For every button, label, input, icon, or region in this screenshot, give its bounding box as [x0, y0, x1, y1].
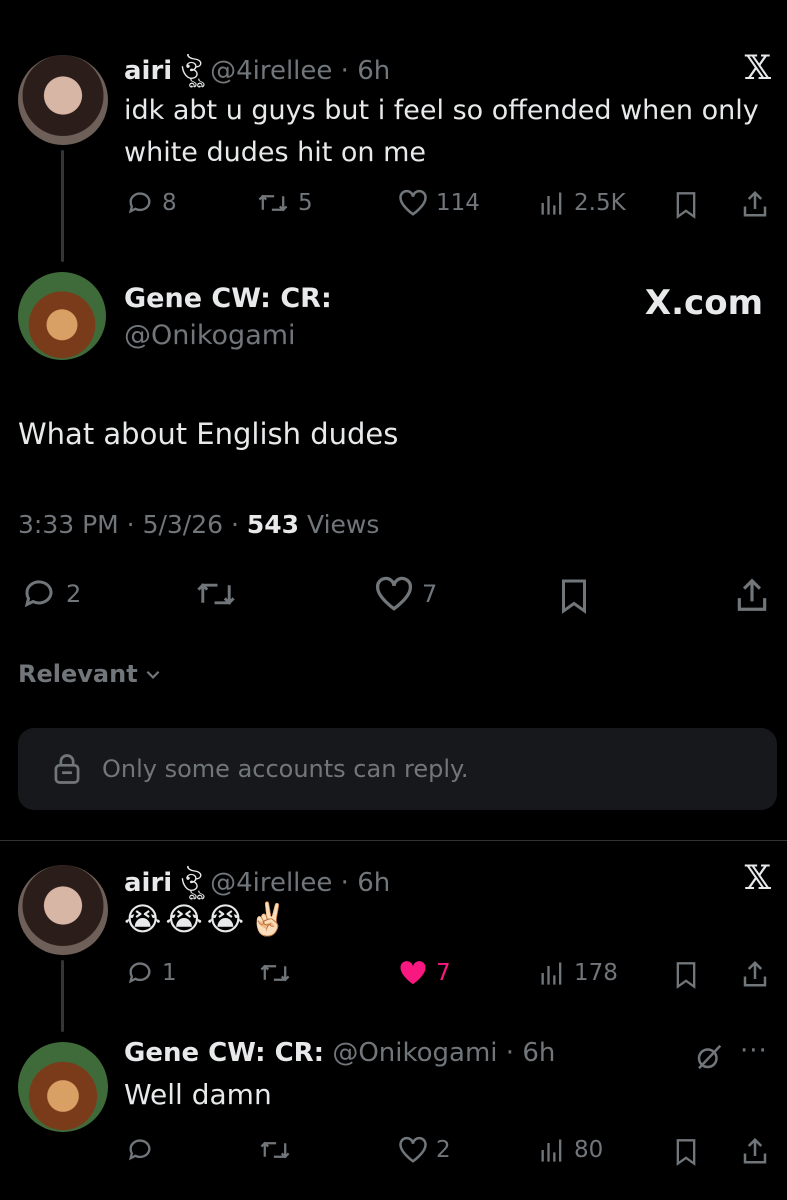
like-count: 7: [436, 960, 451, 986]
time-date[interactable]: 3:33 PM · 5/3/26 ·: [18, 510, 247, 539]
views-count: 2.5K: [574, 190, 626, 216]
bookmark-icon[interactable]: [674, 191, 698, 219]
reply-icon: [24, 580, 53, 608]
views-button[interactable]: 178: [538, 959, 618, 987]
tweet3-text: Well damn: [124, 1078, 272, 1111]
main-author-name[interactable]: Gene CW: CR:: [124, 283, 332, 314]
views-icon: [541, 962, 562, 985]
tweet2-actions: 1 7 178: [0, 955, 787, 995]
bookmark-icon[interactable]: [558, 578, 590, 614]
like-button[interactable]: 7: [398, 959, 451, 987]
x-logo-icon: 𝕏: [744, 48, 771, 88]
name-glyph: ঔৣ: [180, 868, 202, 898]
heart-icon: [375, 576, 413, 611]
handle-time[interactable]: @Onikogami · 6h: [332, 1038, 555, 1068]
sort-dropdown[interactable]: Relevant: [18, 660, 162, 688]
reply-count: 8: [162, 190, 177, 216]
share-icon[interactable]: [740, 959, 770, 989]
retweet-icon: [260, 964, 290, 982]
main-like-button[interactable]: 7: [374, 576, 437, 612]
views-number: 543: [246, 510, 300, 539]
tweet2-emoji-text: 😭😭😭✌🏻: [124, 900, 293, 938]
main-tweet-text: What about English dudes: [18, 417, 399, 451]
main-reply-button[interactable]: 2: [20, 576, 81, 612]
like-button[interactable]: 114: [398, 189, 480, 217]
retweet-icon: [260, 1141, 290, 1159]
retweet-button[interactable]: [258, 959, 292, 987]
reply-count: 1: [162, 960, 177, 986]
main-retweet-button[interactable]: [194, 576, 238, 612]
more-options-icon[interactable]: ···: [740, 1036, 768, 1066]
like-count: 7: [422, 580, 438, 608]
tweet-text-line: white dudes hit on me: [124, 137, 427, 168]
share-icon[interactable]: [740, 1136, 770, 1166]
retweet-count: 5: [298, 190, 313, 216]
main-timestamp: 3:33 PM · 5/3/26 · 543 Views: [18, 510, 379, 539]
tweet3-actions: 2 80: [0, 1132, 787, 1172]
chevron-down-icon: [146, 670, 160, 679]
retweet-icon: [197, 583, 235, 605]
like-button[interactable]: 2: [398, 1136, 451, 1164]
avatar-gene[interactable]: [18, 272, 106, 360]
section-divider: [0, 840, 787, 841]
lock-icon: [54, 754, 80, 784]
tweet-text-line: idk abt u guys but i feel so offended wh…: [124, 95, 759, 126]
retweet-button[interactable]: [258, 1136, 292, 1164]
reply-button[interactable]: 8: [126, 189, 177, 217]
views-label: Views: [299, 510, 380, 539]
like-count: 2: [436, 1137, 451, 1163]
views-icon: [541, 1139, 562, 1162]
reply-icon: [128, 192, 151, 214]
views-icon: [541, 192, 562, 215]
name-glyph: ঔৣ: [180, 56, 202, 86]
views-button[interactable]: 80: [538, 1136, 603, 1164]
tweet1-actions: 8 5 114 2.5K: [0, 185, 787, 225]
heart-icon: [399, 189, 427, 216]
share-icon[interactable]: [740, 189, 770, 219]
views-button[interactable]: 2.5K: [538, 189, 626, 217]
views-count: 80: [574, 1137, 604, 1163]
handle-time[interactable]: @4irellee · 6h: [210, 868, 390, 898]
reply-restriction-notice: Only some accounts can reply.: [18, 728, 777, 810]
avatar-airi[interactable]: [18, 865, 108, 955]
tweet3-header: Gene CW: CR: @Onikogami · 6h: [124, 1038, 555, 1068]
bookmark-icon[interactable]: [674, 1138, 698, 1166]
reply-button[interactable]: 1: [126, 959, 177, 987]
bookmark-icon[interactable]: [674, 961, 698, 989]
xcom-brand: X.com: [644, 283, 763, 323]
main-actions: 2 7: [0, 572, 787, 616]
tweet1-text: idk abt u guys but i feel so offended wh…: [124, 90, 774, 174]
avatar-gene[interactable]: [18, 1042, 108, 1132]
main-author-handle[interactable]: @Onikogami: [124, 320, 296, 351]
heart-filled-icon: [400, 961, 426, 985]
like-count: 114: [436, 190, 480, 216]
share-icon[interactable]: [733, 576, 771, 614]
reply-count: 2: [66, 580, 82, 608]
author-name[interactable]: airi: [124, 868, 172, 898]
retweet-button[interactable]: 5: [256, 189, 313, 217]
retweet-icon: [258, 194, 288, 212]
handle-time[interactable]: @4irellee · 6h: [210, 56, 390, 86]
author-name[interactable]: airi: [124, 56, 172, 86]
notice-text: Only some accounts can reply.: [102, 755, 469, 783]
sort-label: Relevant: [18, 660, 138, 688]
grok-icon[interactable]: [694, 1042, 724, 1072]
heart-icon: [399, 1136, 427, 1163]
reply-icon: [128, 1139, 151, 1161]
avatar-airi[interactable]: [18, 55, 108, 145]
author-name[interactable]: Gene CW: CR:: [124, 1038, 324, 1068]
x-logo-icon: 𝕏: [744, 858, 771, 898]
reply-icon: [128, 962, 151, 984]
views-count: 178: [574, 960, 618, 986]
tweet1-header: airi ঔৣ @4irellee · 6h: [124, 50, 390, 94]
reply-button[interactable]: [126, 1136, 154, 1164]
